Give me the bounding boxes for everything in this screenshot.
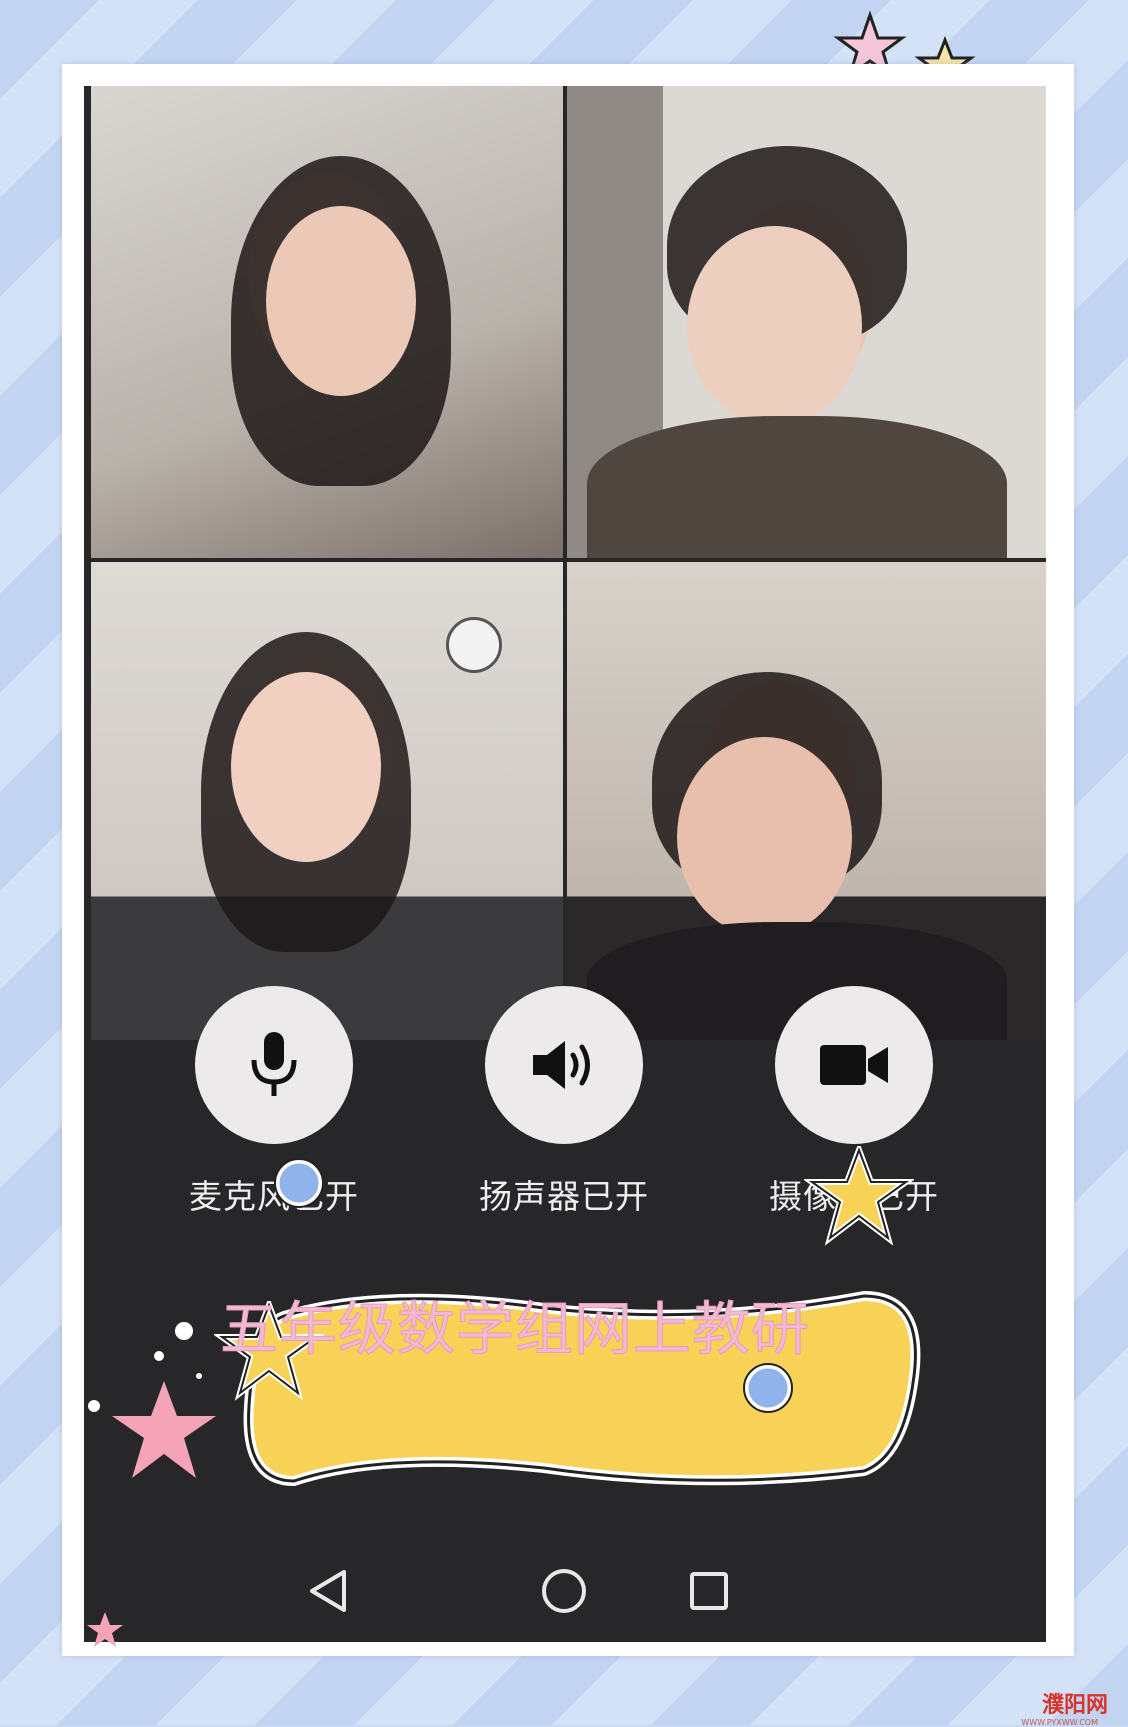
participant-face — [266, 206, 416, 396]
android-navigation-bar — [84, 1556, 1046, 1636]
video-tile-participant-1 — [91, 86, 563, 558]
video-tile-participant-2 — [567, 86, 1046, 558]
participant-face — [687, 226, 862, 426]
yellow-star-icon — [804, 1146, 914, 1246]
speaker-button[interactable] — [485, 986, 643, 1144]
participant-face — [677, 737, 852, 937]
pink-star-icon — [87, 1612, 123, 1647]
circle-home-icon[interactable] — [539, 1566, 589, 1616]
banner-title: 五年级数学组网上教研 — [219, 1295, 810, 1364]
speaker-control: 扬声器已开 — [444, 986, 684, 1218]
site-watermark-url: WWW.PYXWW.COM — [1021, 1718, 1098, 1727]
speaker-status-label: 扬声器已开 — [479, 1177, 649, 1216]
microphone-icon — [251, 1032, 297, 1096]
square-recents-icon[interactable] — [684, 1566, 734, 1616]
participant-body — [587, 416, 1007, 558]
speaker-icon — [533, 1041, 590, 1089]
microphone-button[interactable] — [195, 986, 353, 1144]
triangle-back-icon[interactable] — [304, 1566, 354, 1616]
video-call-screen: 麦克风已开 扬声器已开 摄像头已开 — [84, 86, 1046, 1642]
blue-dot-icon — [743, 1363, 793, 1413]
site-watermark: 濮阳网 — [1041, 1693, 1108, 1718]
video-tile-participant-3 — [91, 562, 563, 1040]
blue-dot-icon — [274, 1158, 324, 1208]
participant-face — [231, 672, 381, 862]
video-camera-icon — [820, 1045, 888, 1085]
video-tile-participant-4 — [567, 562, 1046, 1040]
camera-button[interactable] — [775, 986, 933, 1144]
wall-clock-icon — [446, 617, 502, 673]
